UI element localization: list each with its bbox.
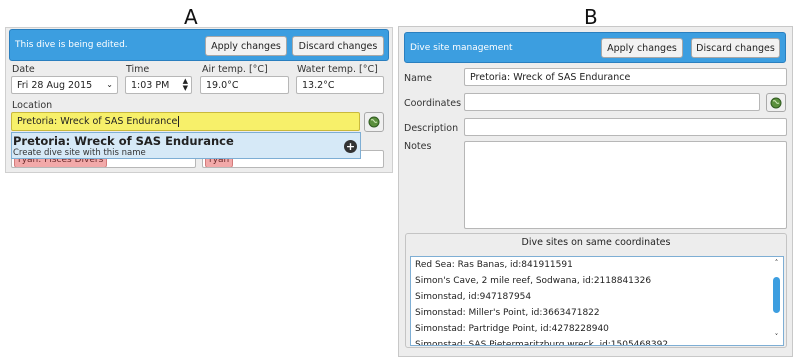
site-banner-text: Dive site management [410, 43, 513, 53]
air-temp-label: Air temp. [°C] [202, 64, 268, 75]
text-cursor [178, 116, 180, 127]
apply-changes-button[interactable]: Apply changes [205, 36, 287, 56]
time-field[interactable]: 1:03 PM ▲ ▼ [125, 76, 192, 94]
site-banner: Dive site management Apply changes Disca… [404, 32, 786, 63]
location-value: Pretoria: Wreck of SAS Endurance [17, 116, 178, 127]
air-temp-value: 19.0°C [206, 79, 239, 91]
water-temp-label: Water temp. [°C] [297, 64, 378, 75]
date-field[interactable]: Fri 28 Aug 2015 ⌄ [11, 76, 118, 94]
discard-changes-button[interactable]: Discard changes [292, 36, 384, 56]
list-item[interactable]: Simon's Cave, 2 mile reef, Sodwana, id:2… [411, 273, 783, 289]
name-label: Name [404, 73, 433, 84]
panel-a-label: A [184, 5, 198, 29]
site-discard-changes-button[interactable]: Discard changes [691, 38, 780, 58]
site-apply-changes-button[interactable]: Apply changes [601, 38, 683, 58]
time-label: Time [126, 64, 150, 75]
plus-circle-icon[interactable]: + [344, 140, 357, 153]
suggestion-subtitle: Create dive site with this name [13, 148, 146, 158]
globe-icon [368, 116, 380, 128]
same-coords-group: Dive sites on same coordinates Red Sea: … [405, 233, 787, 348]
list-item[interactable]: Red Sea: Ras Banas, id:841911591 [411, 257, 783, 273]
notes-field[interactable] [464, 141, 787, 229]
location-label: Location [12, 100, 53, 111]
same-coords-list[interactable]: Red Sea: Ras Banas, id:841911591 Simon's… [410, 256, 784, 346]
scroll-down-icon[interactable]: ˅ [772, 333, 781, 341]
edit-banner: This dive is being edited. Apply changes… [9, 29, 389, 61]
coordinates-globe-button[interactable] [766, 93, 786, 112]
list-item[interactable]: Simonstad, id:947187954 [411, 289, 783, 305]
date-label: Date [12, 64, 35, 75]
time-value: 1:03 PM [131, 79, 170, 91]
coordinates-field[interactable] [464, 93, 760, 111]
same-coords-title: Dive sites on same coordinates [521, 237, 671, 248]
location-suggestion[interactable]: Pretoria: Wreck of SAS Endurance Create … [11, 132, 361, 159]
list-item[interactable]: Simonstad: Miller's Point, id:3663471822 [411, 305, 783, 321]
edit-banner-text: This dive is being edited. [15, 40, 128, 50]
scroll-up-icon[interactable]: ˄ [772, 259, 781, 267]
location-globe-button[interactable] [364, 112, 384, 132]
date-value: Fri 28 Aug 2015 [17, 79, 93, 91]
location-input[interactable]: Pretoria: Wreck of SAS Endurance [11, 112, 360, 131]
spinner-arrows-icon[interactable]: ▲ ▼ [183, 78, 188, 92]
name-value: Pretoria: Wreck of SAS Endurance [470, 71, 631, 83]
list-item[interactable]: Simonstad: SAS Pietermaritzburg wreck, i… [411, 337, 783, 345]
description-field[interactable] [464, 118, 787, 136]
description-label: Description [404, 123, 459, 134]
list-item[interactable]: Simonstad: Partridge Point, id:427822894… [411, 321, 783, 337]
scrollbar-thumb[interactable] [773, 277, 780, 313]
coordinates-label: Coordinates [404, 98, 462, 109]
notes-label: Notes [404, 141, 432, 152]
list-scrollbar[interactable]: ˄ ˅ [772, 259, 781, 343]
name-field[interactable]: Pretoria: Wreck of SAS Endurance [464, 68, 787, 86]
globe-icon [770, 97, 782, 108]
air-temp-field[interactable]: 19.0°C [200, 76, 289, 94]
chevron-down-icon[interactable]: ⌄ [106, 80, 113, 89]
water-temp-value: 13.2°C [302, 79, 335, 91]
suggestion-title: Pretoria: Wreck of SAS Endurance [13, 134, 234, 148]
water-temp-field[interactable]: 13.2°C [296, 76, 384, 94]
